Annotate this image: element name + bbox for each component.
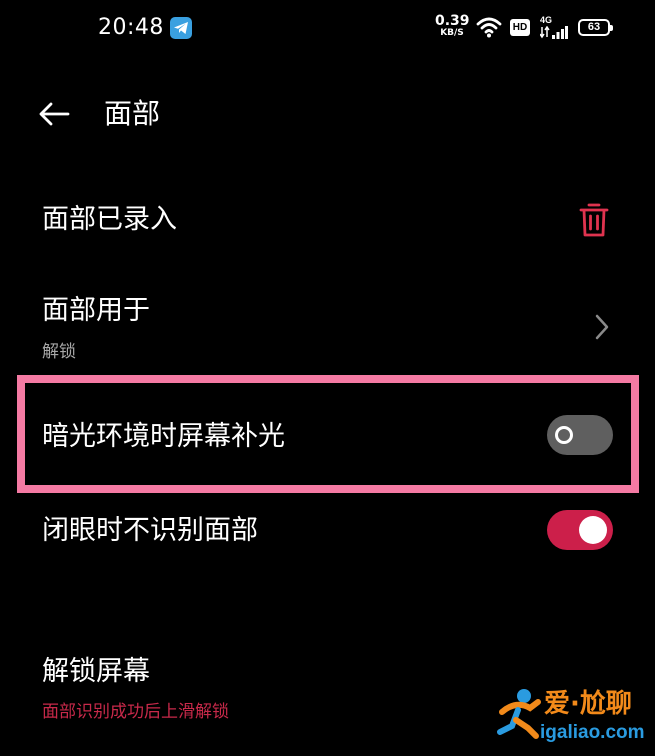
telegram-icon — [170, 17, 192, 39]
net-speed-indicator: 0.39 KB/S — [435, 13, 470, 38]
battery-level: 63 — [587, 21, 601, 33]
status-time: 20:48 — [98, 15, 164, 40]
signal-4g-icon — [539, 25, 568, 44]
face-enrolled-label: 面部已录入 — [42, 204, 177, 235]
eyes-closed-toggle[interactable] — [547, 510, 613, 550]
toggle-knob — [555, 426, 573, 444]
hd-icon: HD — [510, 19, 530, 36]
watermark-url: igaliao.com — [540, 722, 645, 743]
face-used-for-label: 面部用于 — [42, 295, 150, 326]
battery-icon: 63 — [578, 19, 613, 36]
wifi-icon — [476, 16, 502, 42]
toggle-knob — [579, 516, 607, 544]
net-speed-unit: KB/S — [440, 28, 464, 38]
net-speed-value: 0.39 — [435, 13, 470, 29]
low-light-fill-label: 暗光环境时屏幕补光 — [42, 421, 285, 452]
unlock-screen-value: 面部识别成功后上滑解锁 — [42, 702, 229, 722]
trash-icon — [579, 203, 609, 237]
low-light-fill-toggle[interactable] — [547, 415, 613, 455]
watermark-brand: 爱·尬聊 — [544, 689, 632, 719]
back-button[interactable] — [30, 94, 78, 134]
unlock-screen-label: 解锁屏幕 — [42, 656, 150, 687]
status-bar: 20:48 0.39 KB/S HD 4G 63 — [0, 0, 655, 58]
delete-face-button[interactable] — [578, 202, 610, 238]
chevron-right-icon — [595, 314, 609, 340]
signal-4g-label: 4G — [540, 15, 553, 25]
face-used-for-value: 解锁 — [42, 342, 76, 362]
arrow-left-icon — [39, 102, 70, 126]
page-title: 面部 — [104, 97, 161, 130]
eyes-closed-label: 闭眼时不识别面部 — [42, 515, 258, 546]
